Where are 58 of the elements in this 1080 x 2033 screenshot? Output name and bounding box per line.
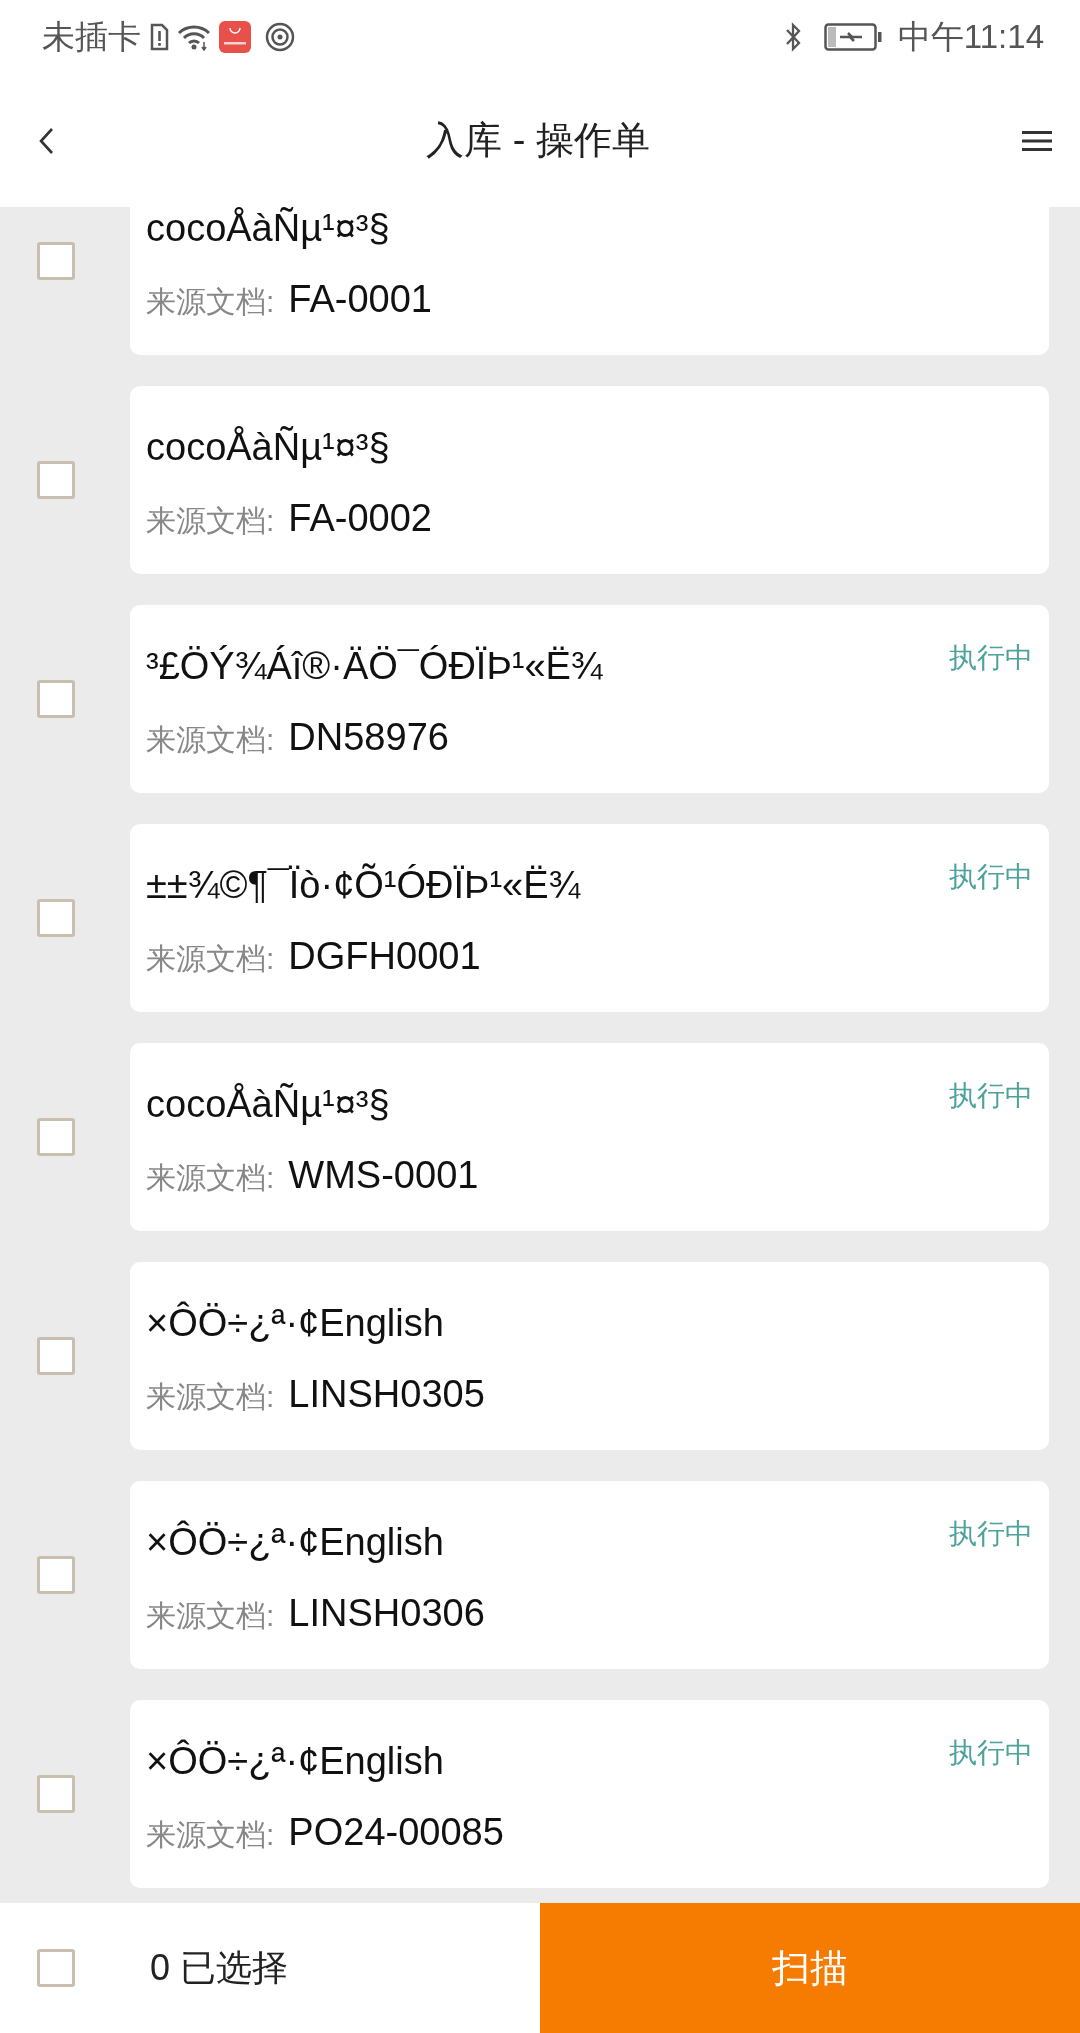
checkbox[interactable]: [37, 1556, 75, 1594]
order-card[interactable]: cocoÅàÑµ¹¤³§ 来源文档: FA-0002: [130, 386, 1049, 574]
order-title: ×ÔÖ÷¿ª·¢English: [146, 1519, 444, 1565]
battery-icon: [823, 23, 882, 51]
wifi-icon: [177, 23, 211, 51]
source-label: 来源文档:: [146, 941, 275, 977]
bluetooth-icon: [783, 22, 802, 52]
clock-text: 中午11:14: [897, 16, 1044, 57]
checkbox[interactable]: [37, 1775, 75, 1813]
status-label: 执行中: [949, 1517, 1033, 1551]
checkbox[interactable]: [37, 680, 75, 718]
source-label: 来源文档:: [146, 503, 275, 539]
order-title: ×ÔÖ÷¿ª·¢English: [146, 1300, 444, 1346]
page-title: 入库 - 操作单: [426, 118, 650, 163]
carrier-text: 未插卡: [42, 16, 141, 57]
source-document: LINSH0306: [288, 1591, 485, 1636]
order-title: ³£ÖÝ¾Áî®·ÄÖ¯ÓÐÏÞ¹«Ë¾: [146, 644, 603, 689]
source-label: 来源文档:: [146, 1160, 275, 1196]
status-label: 执行中: [949, 1079, 1033, 1113]
source-document: DN58976: [288, 715, 449, 760]
checkbox[interactable]: [37, 1118, 75, 1156]
order-title: cocoÅàÑµ¹¤³§: [146, 1082, 390, 1127]
source-document: LINSH0305: [288, 1372, 485, 1417]
back-icon: [38, 126, 54, 155]
hotspot-icon: [265, 22, 295, 52]
order-card[interactable]: ×ÔÖ÷¿ª·¢English 来源文档: LINSH0305: [130, 1262, 1049, 1450]
selected-count: 0 已选择: [150, 1945, 289, 1990]
status-label: 执行中: [949, 641, 1033, 675]
status-label: 执行中: [949, 860, 1033, 894]
source-label: 来源文档:: [146, 722, 275, 758]
source-document: FA-0001: [288, 277, 432, 322]
order-card[interactable]: cocoÅàÑµ¹¤³§ 来源文档: WMS-0001 执行中: [130, 1043, 1049, 1231]
order-card[interactable]: ±±¾©¶¯Ïò·¢Õ¹ÓÐÏÞ¹«Ë¾ 来源文档: DGFH0001 执行中: [130, 824, 1049, 1012]
checkbox[interactable]: [37, 461, 75, 499]
source-label: 来源文档:: [146, 1817, 275, 1853]
checkbox[interactable]: [37, 242, 75, 280]
order-card[interactable]: ×ÔÖ÷¿ª·¢English 来源文档: PO24-00085 执行中: [130, 1700, 1049, 1888]
source-document: PO24-00085: [288, 1810, 504, 1855]
order-card[interactable]: ³£ÖÝ¾Áî®·ÄÖ¯ÓÐÏÞ¹«Ë¾ 来源文档: DN58976 执行中: [130, 605, 1049, 793]
order-card[interactable]: ×ÔÖ÷¿ª·¢English 来源文档: LINSH0306 执行中: [130, 1481, 1049, 1669]
source-document: DGFH0001: [288, 934, 481, 979]
source-document: FA-0002: [288, 496, 432, 541]
order-title: ±±¾©¶¯Ïò·¢Õ¹ÓÐÏÞ¹«Ë¾: [146, 862, 581, 908]
select-all-checkbox[interactable]: [37, 1949, 75, 1987]
checkbox[interactable]: [37, 899, 75, 937]
order-card[interactable]: cocoÅàÑµ¹¤³§ 来源文档: FA-0001: [130, 207, 1049, 355]
menu-icon: [1022, 129, 1052, 152]
sim-alert-icon: [149, 23, 169, 51]
source-label: 来源文档:: [146, 1379, 275, 1415]
checkbox[interactable]: [37, 1337, 75, 1375]
source-document: WMS-0001: [288, 1153, 479, 1198]
app-icon: [219, 21, 251, 53]
order-title: cocoÅàÑµ¹¤³§: [146, 425, 390, 470]
order-title: cocoÅàÑµ¹¤³§: [146, 207, 390, 251]
source-label: 来源文档:: [146, 284, 275, 320]
order-title: ×ÔÖ÷¿ª·¢English: [146, 1738, 444, 1784]
status-label: 执行中: [949, 1736, 1033, 1770]
source-label: 来源文档:: [146, 1598, 275, 1634]
